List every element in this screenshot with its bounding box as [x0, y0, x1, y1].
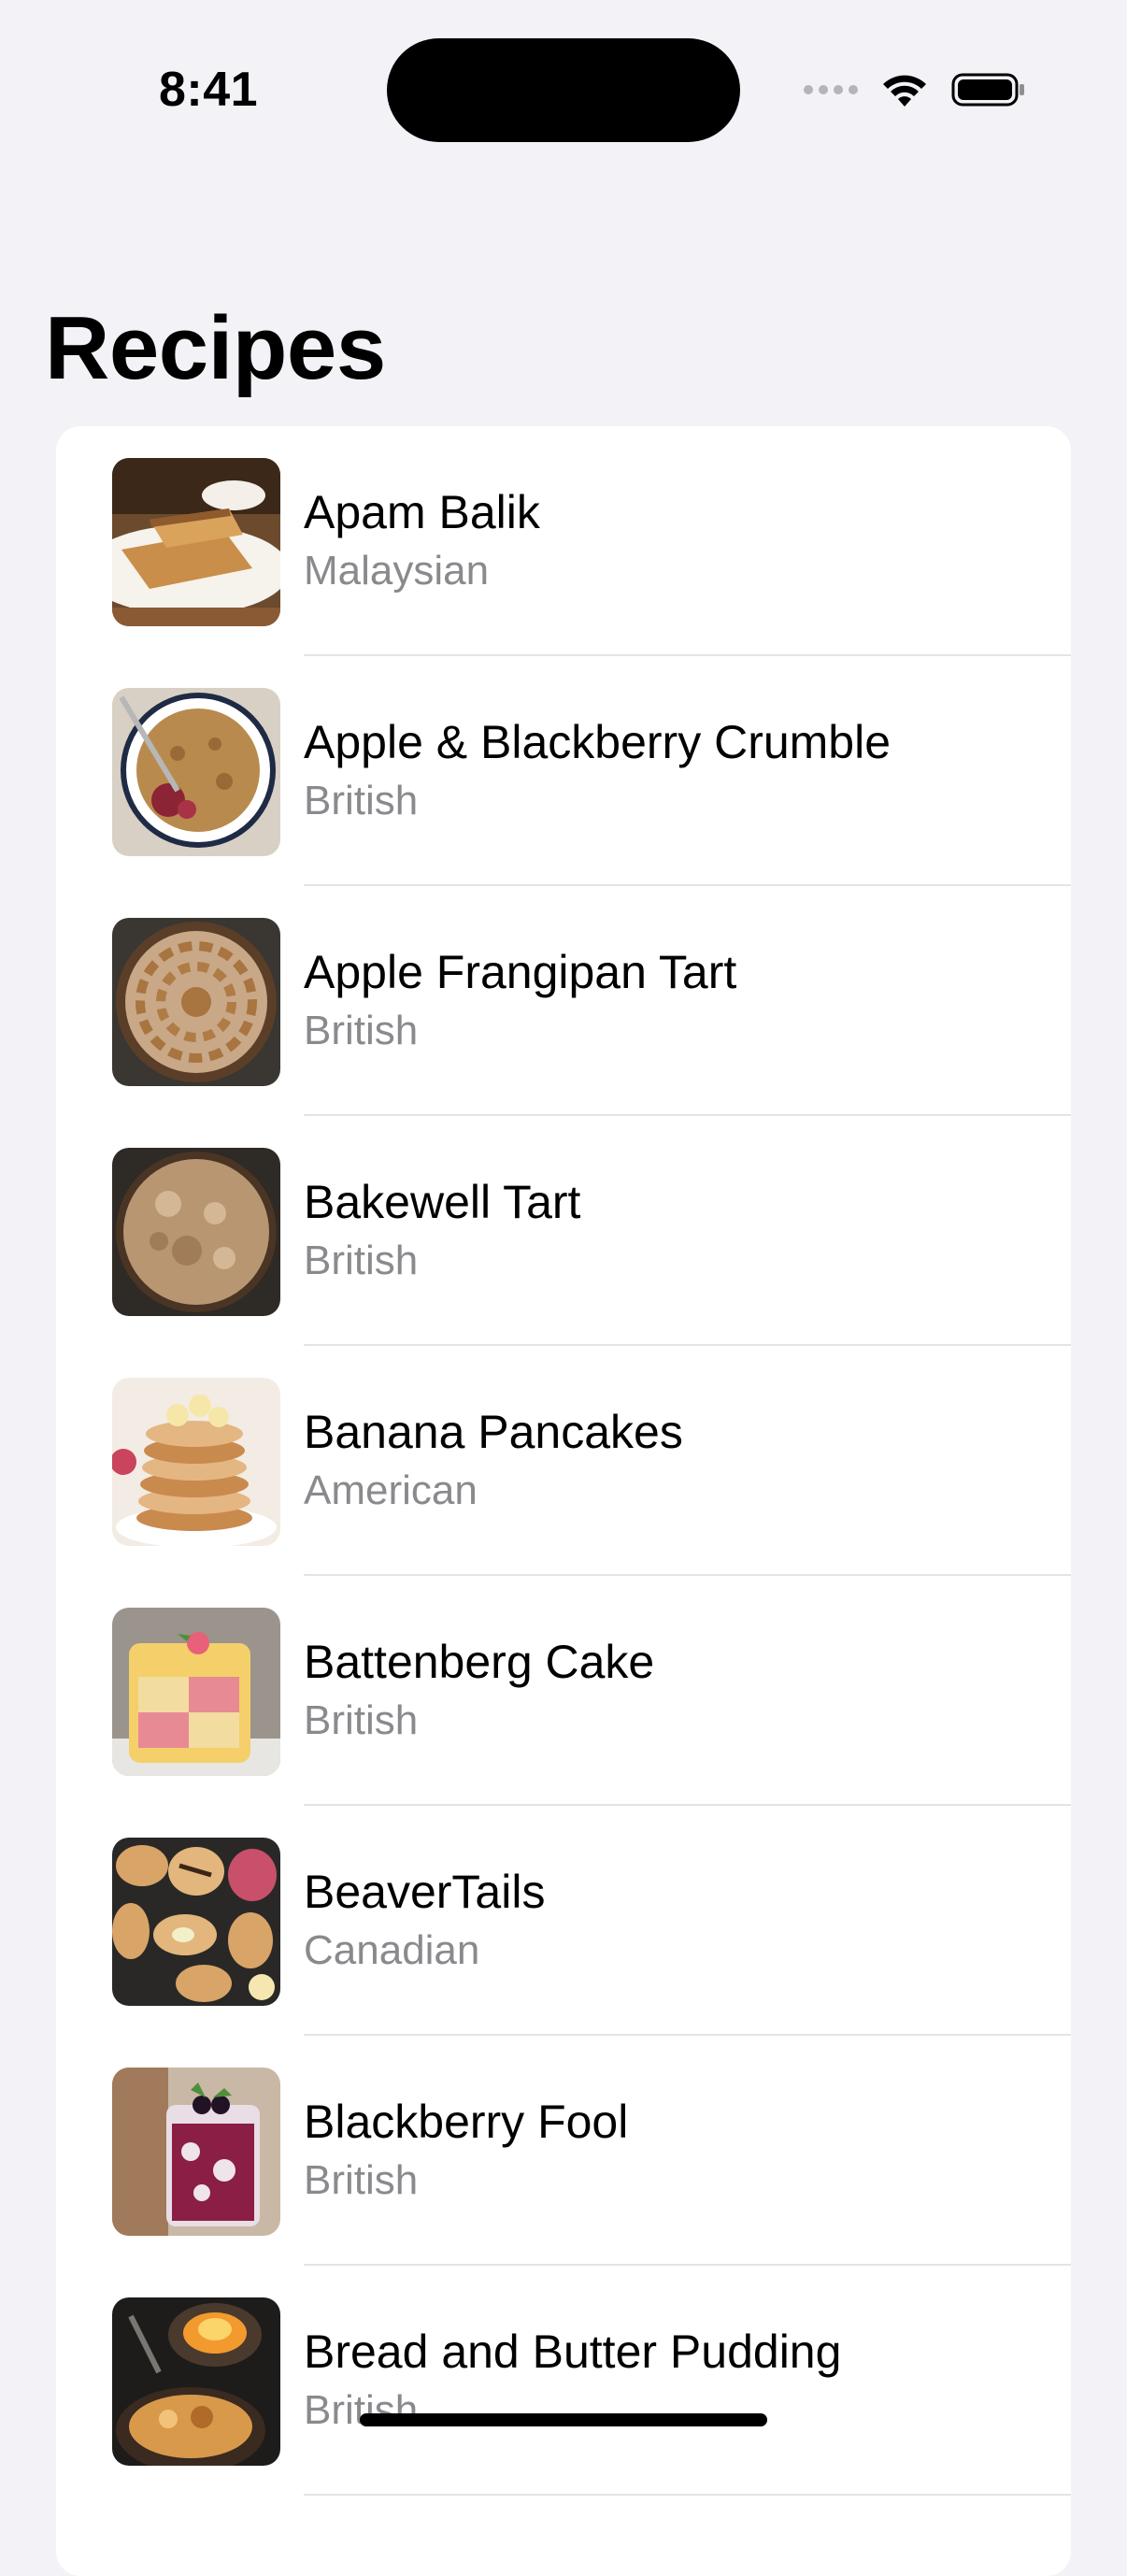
recipe-cuisine: British [304, 1697, 419, 1743]
recipe-row-battenberg-cake[interactable]: Battenberg Cake British [56, 1576, 1071, 1806]
recipe-name: Apple & Blackberry Crumble [304, 716, 892, 768]
recipe-cuisine: British [304, 1008, 419, 1053]
recipe-cuisine: American [304, 1467, 478, 1513]
apam-balik-photo [112, 458, 280, 626]
recipe-cuisine: British [304, 2157, 419, 2203]
recipe-name: Bakewell Tart [304, 1176, 581, 1228]
recipe-row-bakewell-tart[interactable]: Bakewell Tart British [56, 1116, 1071, 1346]
recipe-cuisine: British [304, 2387, 419, 2433]
recipe-row-apple-blackberry-crumble[interactable]: Apple & Blackberry Crumble British [56, 656, 1071, 886]
bread-butter-pudding-photo [112, 2297, 280, 2466]
recipe-name: BeaverTails [304, 1866, 546, 1918]
recipe-name: Battenberg Cake [304, 1636, 655, 1688]
recipe-name: Apple Frangipan Tart [304, 946, 737, 998]
status-bar: 8:41 [0, 0, 1127, 187]
crumble-photo [112, 688, 280, 856]
blackberry-fool-photo [112, 2068, 280, 2236]
page-title: Recipes [45, 298, 386, 398]
frangipan-tart-photo [112, 918, 280, 1086]
recipe-cuisine: British [304, 1238, 419, 1283]
recipe-row-apam-balik[interactable]: Apam Balik Malaysian [56, 426, 1071, 656]
beavertails-photo [112, 1838, 280, 2006]
recipe-cuisine: Canadian [304, 1927, 480, 1973]
status-icons [804, 67, 1026, 112]
recipe-row-blackberry-fool[interactable]: Blackberry Fool British [56, 2036, 1071, 2266]
recipe-list: Apam Balik Malaysian Apple & Blackberry … [56, 426, 1071, 2576]
recipe-name: Banana Pancakes [304, 1406, 683, 1458]
home-indicator[interactable] [360, 2413, 767, 2426]
recipe-row-bread-and-butter-pudding[interactable]: Bread and Butter Pudding British [56, 2266, 1071, 2496]
recipe-cuisine: Malaysian [304, 548, 490, 594]
cellular-signal-icon [804, 85, 858, 94]
battery-icon [951, 73, 1024, 107]
recipe-row-apple-frangipan-tart[interactable]: Apple Frangipan Tart British [56, 886, 1071, 1116]
recipe-row-banana-pancakes[interactable]: Banana Pancakes American [56, 1346, 1071, 1576]
status-time: 8:41 [159, 63, 259, 117]
bakewell-tart-photo [112, 1148, 280, 1316]
banana-pancakes-photo [112, 1378, 280, 1546]
recipe-cuisine: British [304, 778, 419, 823]
recipe-name: Apam Balik [304, 486, 540, 538]
dynamic-island [387, 38, 740, 142]
recipe-row-beavertails[interactable]: BeaverTails Canadian [56, 1806, 1071, 2036]
row-separator [304, 2494, 1071, 2496]
wifi-icon [883, 75, 926, 107]
recipe-name: Blackberry Fool [304, 2096, 629, 2148]
recipe-name: Bread and Butter Pudding [304, 2326, 842, 2378]
battenberg-cake-photo [112, 1608, 280, 1776]
